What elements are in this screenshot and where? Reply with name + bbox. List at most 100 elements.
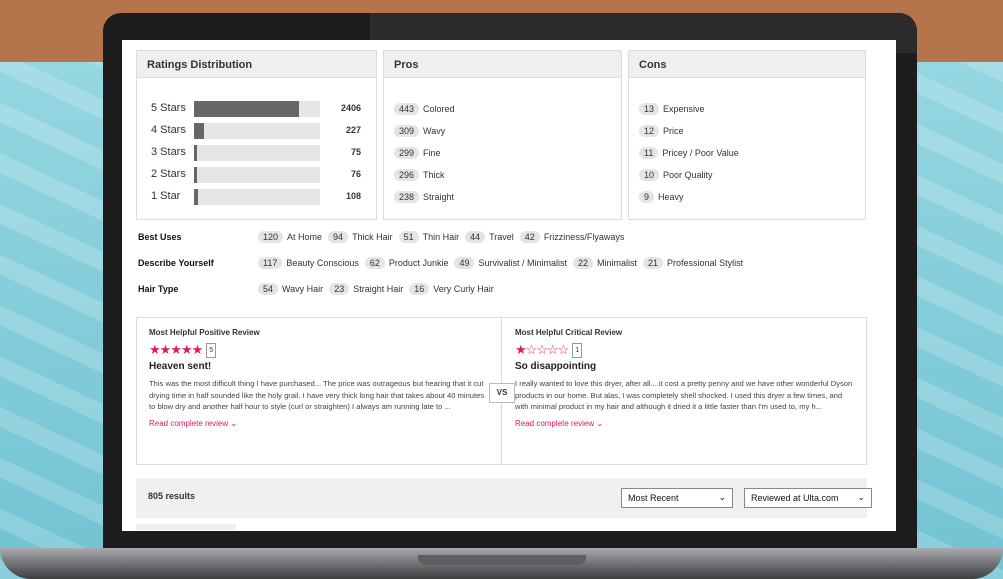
pros-tag[interactable]: 238 Straight: [394, 191, 454, 203]
rating-bar-fill: [194, 145, 197, 161]
attribute-label: Hair Type: [138, 284, 179, 294]
chip-count: 44: [465, 231, 486, 243]
tag-label: Expensive: [663, 104, 705, 114]
cons-title: Cons: [629, 51, 865, 78]
attribute-chip[interactable]: 23 Straight Hair: [329, 283, 404, 295]
tag-count: 10: [639, 169, 660, 181]
attribute-chip[interactable]: 62 Product Junkie: [364, 257, 449, 269]
star-filled-icon: ★: [191, 342, 204, 357]
filter-select[interactable]: Reviewed at Ulta.com ⌄: [744, 488, 872, 508]
attribute-chip[interactable]: 49 Survivalist / Minimalist: [454, 257, 567, 269]
rating-bar-track: [194, 167, 320, 183]
read-complete-review-text: Read complete review: [515, 418, 595, 428]
pros-tag[interactable]: 299 Fine: [394, 147, 441, 159]
pros-tag[interactable]: 296 Thick: [394, 169, 445, 181]
rating-label: 3 Stars: [151, 146, 186, 158]
results-bar: 805 results Most Recent ⌄ Reviewed at Ul…: [136, 478, 872, 518]
chevron-down-icon: ⌄: [718, 492, 726, 502]
chip-count: 117: [258, 257, 283, 269]
critical-review-title: So disappointing: [515, 361, 597, 372]
attribute-chip[interactable]: 54 Wavy Hair: [258, 283, 323, 295]
chip-count: 62: [364, 257, 385, 269]
tag-label: Fine: [423, 148, 441, 158]
rating-bar-fill: [194, 167, 197, 183]
rating-count: 227: [345, 125, 361, 135]
attribute-chip[interactable]: 44 Travel: [465, 231, 514, 243]
star-filled-icon: ★: [515, 342, 527, 357]
chevron-down-icon: ⌄: [857, 492, 865, 502]
critical-review-kicker: Most Helpful Critical Review: [515, 328, 623, 337]
star-empty-icon: ☆: [536, 342, 548, 357]
rating-bar-fill: [194, 123, 204, 139]
chip-label: Frizziness/Flyaways: [543, 232, 625, 242]
rating-count: 2406: [340, 103, 361, 113]
chip-label: Beauty Conscious: [286, 258, 359, 268]
rating-label: 1 Star: [151, 190, 181, 202]
screen: Ratings Distribution 5 Stars 2406 4 Stars 2…: [122, 40, 896, 531]
chip-count: 22: [573, 257, 594, 269]
pros-tag[interactable]: 309 Wavy: [394, 125, 445, 137]
chevron-down-icon: ⌄: [596, 418, 604, 428]
cons-tag[interactable]: 9 Heavy: [639, 191, 684, 203]
chip-label: Professional Stylist: [667, 258, 744, 268]
review-comparison: Most Helpful Positive Review ★★★★★ 5 Heav…: [136, 317, 867, 465]
pros-panel: Pros 443 Colored 309 Wavy 299 Fine 296 Thick 238…: [383, 50, 622, 220]
cons-tag[interactable]: 10 Poor Quality: [639, 169, 713, 181]
chip-count: 94: [328, 231, 349, 243]
star-empty-icon: ☆: [525, 342, 538, 357]
pros-tag[interactable]: 443 Colored: [394, 103, 455, 115]
sort-value: Most Recent: [628, 493, 679, 503]
attribute-chip[interactable]: 22 Minimalist: [573, 257, 638, 269]
star-filled-icon: ★: [180, 342, 193, 357]
cons-tag[interactable]: 11 Pricey / Poor Value: [639, 147, 739, 159]
attribute-chip[interactable]: 16 Very Curly Hair: [409, 283, 494, 295]
rating-bar-fill: [194, 189, 198, 205]
rating-count: 76: [350, 169, 361, 179]
attribute-chip[interactable]: 42 Frizziness/Flyaways: [519, 231, 625, 243]
ratings-title: Ratings Distribution: [137, 51, 376, 78]
attribute-chip[interactable]: 21 Professional Stylist: [643, 257, 744, 269]
chip-label: Straight Hair: [353, 284, 404, 294]
tag-count: 443: [394, 103, 420, 115]
laptop-notch: [418, 555, 586, 565]
tag-label: Wavy: [423, 126, 446, 136]
attribute-chip[interactable]: 117 Beauty Conscious: [258, 257, 359, 269]
tag-label: Thick: [423, 170, 445, 180]
rating-label: 2 Stars: [151, 168, 186, 180]
rating-bar-track: [194, 145, 320, 161]
rating-badge: 1: [572, 343, 583, 358]
chip-label: Travel: [489, 232, 514, 242]
star-filled-icon: ★: [159, 342, 172, 357]
critical-review-body: I really wanted to love this dryer, afte…: [515, 379, 853, 411]
tag-count: 9: [639, 191, 655, 203]
chip-label: Minimalist: [597, 258, 638, 268]
read-complete-review-link[interactable]: Read complete review ⌄: [149, 419, 489, 428]
tag-label: Colored: [423, 104, 455, 114]
cons-tag[interactable]: 13 Expensive: [639, 103, 705, 115]
cons-tag[interactable]: 12 Price: [639, 125, 684, 137]
chip-label: Very Curly Hair: [433, 284, 494, 294]
critical-review: Most Helpful Critical Review ★☆☆☆☆ 1 So d…: [503, 318, 868, 464]
attribute-chip[interactable]: 94 Thick Hair: [328, 231, 393, 243]
star-empty-icon: ☆: [557, 342, 570, 357]
tag-count: 12: [639, 125, 660, 137]
attribute-label: Best Uses: [138, 232, 182, 242]
cons-panel: Cons 13 Expensive 12 Price 11 Pricey / Poor V…: [628, 50, 866, 220]
rating-bar-fill: [194, 101, 299, 117]
tag-count: 11: [639, 147, 659, 159]
attribute-chip[interactable]: 51 Thin Hair: [398, 231, 459, 243]
chip-label: Product Junkie: [388, 258, 449, 268]
chip-label: Thick Hair: [352, 232, 393, 242]
sort-select[interactable]: Most Recent ⌄: [621, 488, 733, 508]
read-complete-review-link[interactable]: Read complete review ⌄: [515, 419, 856, 428]
attribute-chip[interactable]: 120 At Home: [258, 231, 322, 243]
rating-bar-track: [194, 123, 320, 139]
tag-label: Price: [663, 126, 684, 136]
rating-label: 5 Stars: [151, 102, 186, 114]
critical-review-stars: ★☆☆☆☆ 1: [515, 342, 856, 358]
rating-badge: 5: [206, 343, 217, 358]
star-rating-icons: ★★★★★: [149, 342, 204, 357]
positive-review-body: This was the most difficult thing I have…: [149, 379, 485, 411]
ratings-distribution-panel: Ratings Distribution 5 Stars 2406 4 Stars 2…: [136, 50, 377, 220]
chip-count: 120: [258, 231, 284, 243]
